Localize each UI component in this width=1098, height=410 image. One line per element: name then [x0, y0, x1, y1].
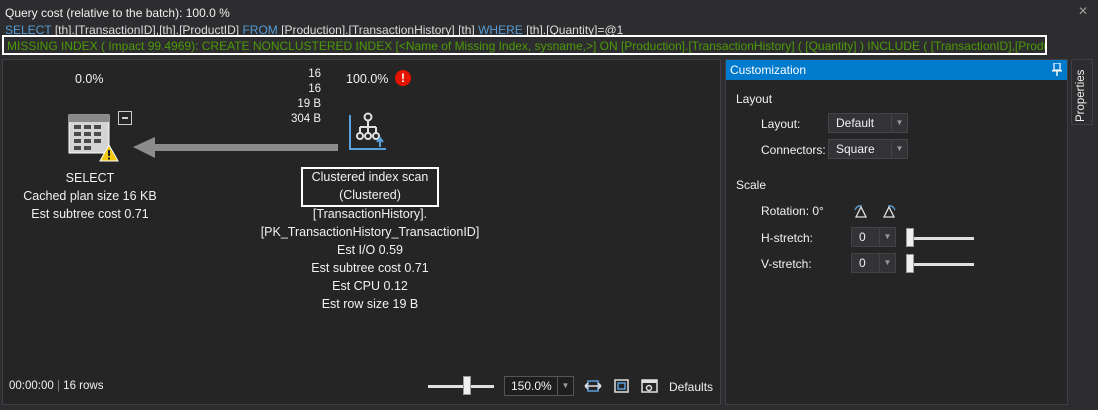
zoom-slider-thumb[interactable]: [462, 376, 471, 395]
vstretch-label: V-stretch:: [761, 257, 812, 271]
defaults-button[interactable]: Defaults: [669, 380, 713, 394]
connectors-value: Square: [836, 142, 875, 156]
vstretch-slider-track[interactable]: [906, 263, 974, 266]
scan-est-subtree-cost: Est subtree cost 0.71: [311, 261, 429, 275]
query-cost-text: Query cost (relative to the batch): 100.…: [5, 6, 230, 20]
close-icon[interactable]: ✕: [1078, 4, 1088, 18]
connectors-select[interactable]: Square ▼: [828, 139, 908, 159]
edge-stats: 16 16 19 B 304 B: [253, 67, 321, 127]
scan-est-cpu: Est CPU 0.12: [332, 279, 408, 293]
chevron-down-icon: ▼: [891, 140, 907, 158]
query-header: Query cost (relative to the batch): 100.…: [0, 0, 1098, 60]
fit-width-icon[interactable]: [584, 378, 602, 394]
scan-node-name: Clustered index scan: [311, 170, 429, 184]
customization-panel: Customization Layout Layout: Default ▼ C…: [725, 59, 1068, 405]
rotation-label: Rotation: 0°: [761, 204, 824, 218]
scan-cost-pct: 100.0%: [346, 72, 389, 86]
scale-section-header: Scale: [736, 178, 767, 192]
fit-page-icon[interactable]: [613, 378, 631, 394]
warning-icon: [99, 144, 119, 162]
scan-est-io: Est I/O 0.59: [336, 243, 403, 257]
pin-icon[interactable]: [1052, 63, 1062, 76]
vstretch-value: 0: [859, 256, 866, 270]
collapse-node-button[interactable]: [118, 111, 132, 125]
vstretch-slider-thumb[interactable]: [906, 254, 914, 273]
edge-stat-row-size: 19 B: [297, 98, 321, 110]
zoom-level-select[interactable]: 150.0% ▼: [504, 376, 574, 396]
vstretch-select[interactable]: 0 ▼: [851, 253, 896, 273]
execution-plan-canvas[interactable]: 0.0% SELECT Cached plan size 16 KB Est s…: [2, 59, 721, 405]
rotate-left-icon[interactable]: [853, 204, 869, 218]
clustered-index-scan-icon[interactable]: [346, 109, 390, 153]
error-icon: !: [395, 70, 411, 86]
edge-stat-data-size: 304 B: [290, 113, 321, 125]
edge-stat-est-rows: 16: [308, 83, 321, 95]
chevron-down-icon: ▼: [879, 254, 895, 272]
customization-title-bar: Customization: [726, 60, 1067, 80]
select-node-name: SELECT: [65, 171, 115, 185]
zoom-level-value: 150.0%: [511, 379, 552, 393]
scan-est-row-size: Est row size 19 B: [321, 297, 419, 311]
chevron-down-icon: ▼: [891, 114, 907, 132]
layout-value: Default: [836, 116, 875, 130]
select-est-subtree-cost: Est subtree cost 0.71: [31, 207, 149, 221]
hstretch-label: H-stretch:: [761, 231, 814, 245]
hstretch-value: 0: [859, 230, 866, 244]
customization-title: Customization: [730, 63, 807, 77]
select-cached-plan-size: Cached plan size 16 KB: [23, 189, 157, 203]
select-cost-pct: 0.0%: [75, 72, 104, 86]
chevron-down-icon: ▼: [879, 228, 895, 246]
layout-select[interactable]: Default ▼: [828, 113, 908, 133]
hstretch-slider-thumb[interactable]: [906, 228, 914, 247]
elapsed-time: 00:00:00: [9, 380, 54, 392]
scan-object-table: [TransactionHistory].: [312, 207, 428, 221]
layout-section-header: Layout: [736, 92, 773, 106]
hstretch-slider-track[interactable]: [906, 237, 974, 240]
row-count: 16 rows: [63, 380, 104, 392]
chevron-down-icon: ▼: [557, 377, 573, 395]
scan-node-type: (Clustered): [339, 188, 401, 202]
connectors-label: Connectors:: [761, 143, 826, 157]
defaults-settings-icon[interactable]: [641, 378, 659, 394]
properties-side-tab[interactable]: Properties: [1071, 59, 1093, 125]
edge-stat-actual-rows: 16: [308, 68, 321, 80]
scan-object-index: [PK_TransactionHistory_TransactionID]: [260, 225, 480, 239]
status-bar-info: 00:00:00 | 16 rows: [9, 380, 103, 392]
layout-label: Layout:: [761, 117, 801, 131]
hstretch-select[interactable]: 0 ▼: [851, 227, 896, 247]
rotate-right-icon[interactable]: [881, 204, 897, 218]
missing-index-hint[interactable]: MISSING INDEX ( Impact 99.4969): CREATE …: [2, 35, 1047, 55]
properties-tab-label: Properties: [1075, 69, 1087, 122]
zoom-slider-track[interactable]: [428, 385, 494, 388]
data-flow-arrow[interactable]: [133, 132, 343, 166]
status-separator: |: [56, 380, 60, 392]
